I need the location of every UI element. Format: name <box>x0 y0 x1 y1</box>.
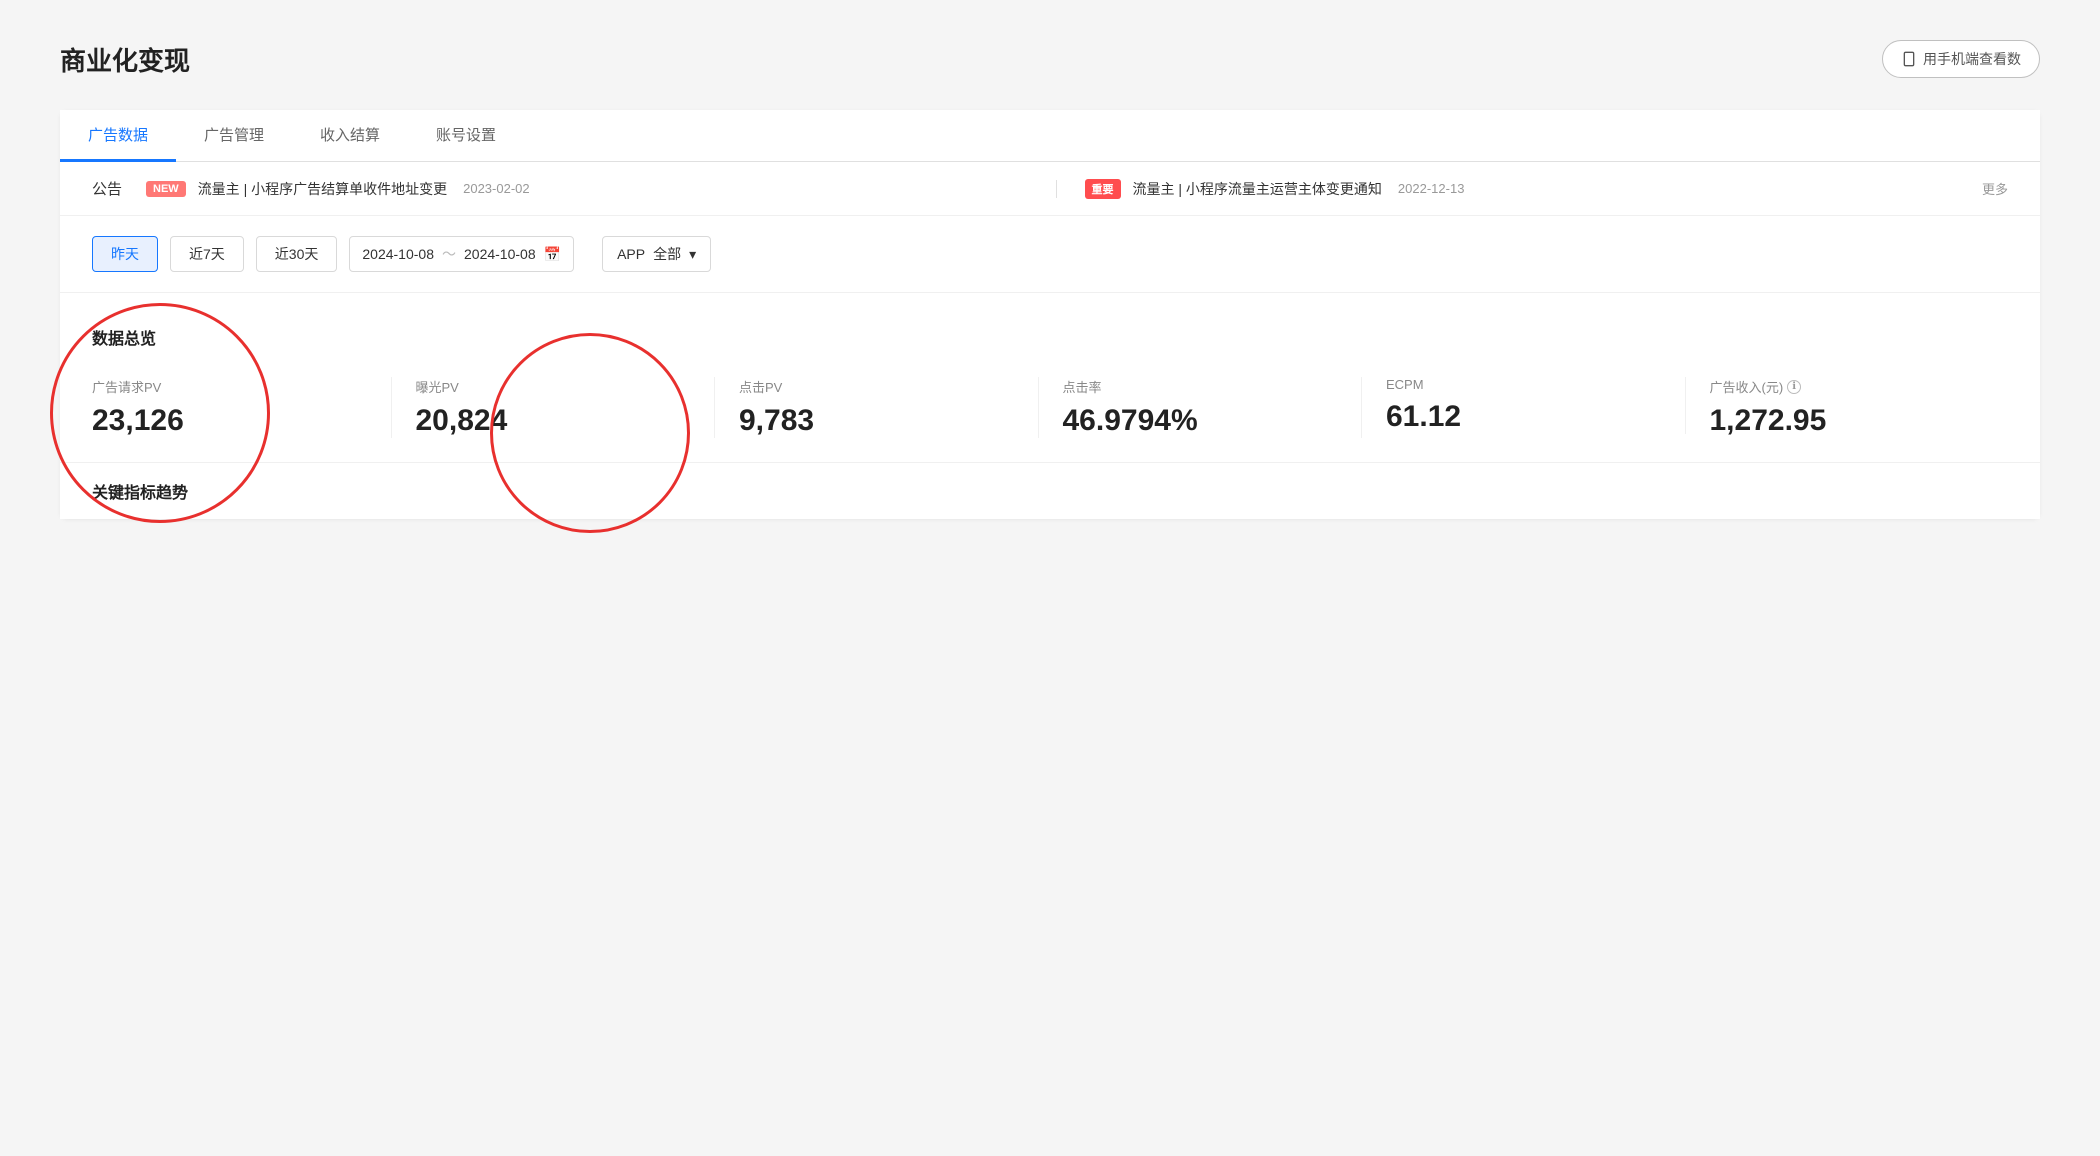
calendar-icon: 📅 <box>544 246 561 263</box>
stat-value-ad-request: 23,126 <box>92 404 367 438</box>
mobile-btn-label: 用手机端查看数 <box>1923 49 2021 69</box>
page-title: 商业化变现 <box>60 41 190 78</box>
stat-label-ecpm: ECPM <box>1386 377 1661 392</box>
announcement-divider <box>1056 180 1057 198</box>
stats-grid: 广告请求PV 23,126 曝光PV 20,824 点击PV 9,783 点击率… <box>92 377 2008 438</box>
mobile-view-button[interactable]: 用手机端查看数 <box>1882 40 2040 78</box>
filter-yesterday[interactable]: 昨天 <box>92 236 158 272</box>
announcement-text-2: 流量主 | 小程序流量主运营主体变更通知 <box>1133 179 1382 199</box>
stat-click-pv: 点击PV 9,783 <box>739 377 1039 438</box>
tab-income-settlement[interactable]: 收入结算 <box>292 110 408 162</box>
stat-label-revenue: 广告收入(元) ℹ <box>1710 377 1985 396</box>
announcement-bar: 公告 NEW 流量主 | 小程序广告结算单收件地址变更 2023-02-02 重… <box>60 162 2040 216</box>
app-selector[interactable]: APP 全部 ▾ <box>602 236 711 272</box>
header-row: 商业化变现 用手机端查看数 <box>60 40 2040 78</box>
filter-row: 昨天 近7天 近30天 2024-10-08 ～ 2024-10-08 📅 AP… <box>60 216 2040 293</box>
stat-ad-revenue: 广告收入(元) ℹ 1,272.95 <box>1710 377 2009 438</box>
stat-label-ad-request: 广告请求PV <box>92 377 367 396</box>
stats-section: 数据总览 广告请求PV 23,126 曝光PV 20,824 点击PV 9,78… <box>60 293 2040 462</box>
stat-ecpm: ECPM 61.12 <box>1386 377 1686 434</box>
stat-value-revenue: 1,272.95 <box>1710 404 1985 438</box>
main-card: 广告数据 广告管理 收入结算 账号设置 公告 NEW 流量主 | 小程序广告结算… <box>60 110 2040 519</box>
stat-label-click: 点击PV <box>739 377 1014 396</box>
badge-important: 重要 <box>1085 179 1121 199</box>
date-start: 2024-10-08 <box>362 246 434 262</box>
stats-title: 数据总览 <box>92 325 2008 349</box>
date-end: 2024-10-08 <box>464 246 536 262</box>
announcement-date-1: 2023-02-02 <box>463 181 530 196</box>
filter-30days[interactable]: 近30天 <box>256 236 338 272</box>
trend-section-label: 关键指标趋势 <box>60 462 2040 519</box>
stat-exposure-pv: 曝光PV 20,824 <box>416 377 716 438</box>
date-separator: ～ <box>442 244 456 264</box>
stat-label-click-rate: 点击率 <box>1063 377 1338 396</box>
stat-ad-request-pv: 广告请求PV 23,126 <box>92 377 392 438</box>
announcement-item-2: 重要 流量主 | 小程序流量主运营主体变更通知 2022-12-13 <box>1085 179 1966 199</box>
app-selector-label: APP <box>617 246 645 262</box>
stat-click-rate: 点击率 46.9794% <box>1063 377 1363 438</box>
tab-ad-management[interactable]: 广告管理 <box>176 110 292 162</box>
chevron-down-icon: ▾ <box>689 246 696 263</box>
info-icon-revenue[interactable]: ℹ <box>1787 380 1801 394</box>
filter-7days[interactable]: 近7天 <box>170 236 244 272</box>
app-selector-value: 全部 <box>653 244 681 264</box>
date-range-picker[interactable]: 2024-10-08 ～ 2024-10-08 📅 <box>349 236 574 272</box>
mobile-icon <box>1901 51 1917 67</box>
stat-value-ecpm: 61.12 <box>1386 400 1661 434</box>
announcement-item-1: NEW 流量主 | 小程序广告结算单收件地址变更 2023-02-02 <box>146 179 1027 199</box>
stat-value-click: 9,783 <box>739 404 1014 438</box>
stat-label-exposure: 曝光PV <box>416 377 691 396</box>
announcement-date-2: 2022-12-13 <box>1398 181 1465 196</box>
announcement-text-1: 流量主 | 小程序广告结算单收件地址变更 <box>198 179 447 199</box>
announcement-label: 公告 <box>92 178 122 199</box>
more-link[interactable]: 更多 <box>1982 179 2008 198</box>
stat-value-click-rate: 46.9794% <box>1063 404 1338 438</box>
stat-value-exposure: 20,824 <box>416 404 691 438</box>
tab-account-settings[interactable]: 账号设置 <box>408 110 524 162</box>
tabs-row: 广告数据 广告管理 收入结算 账号设置 <box>60 110 2040 162</box>
tab-ad-data[interactable]: 广告数据 <box>60 110 176 162</box>
badge-new: NEW <box>146 181 186 197</box>
